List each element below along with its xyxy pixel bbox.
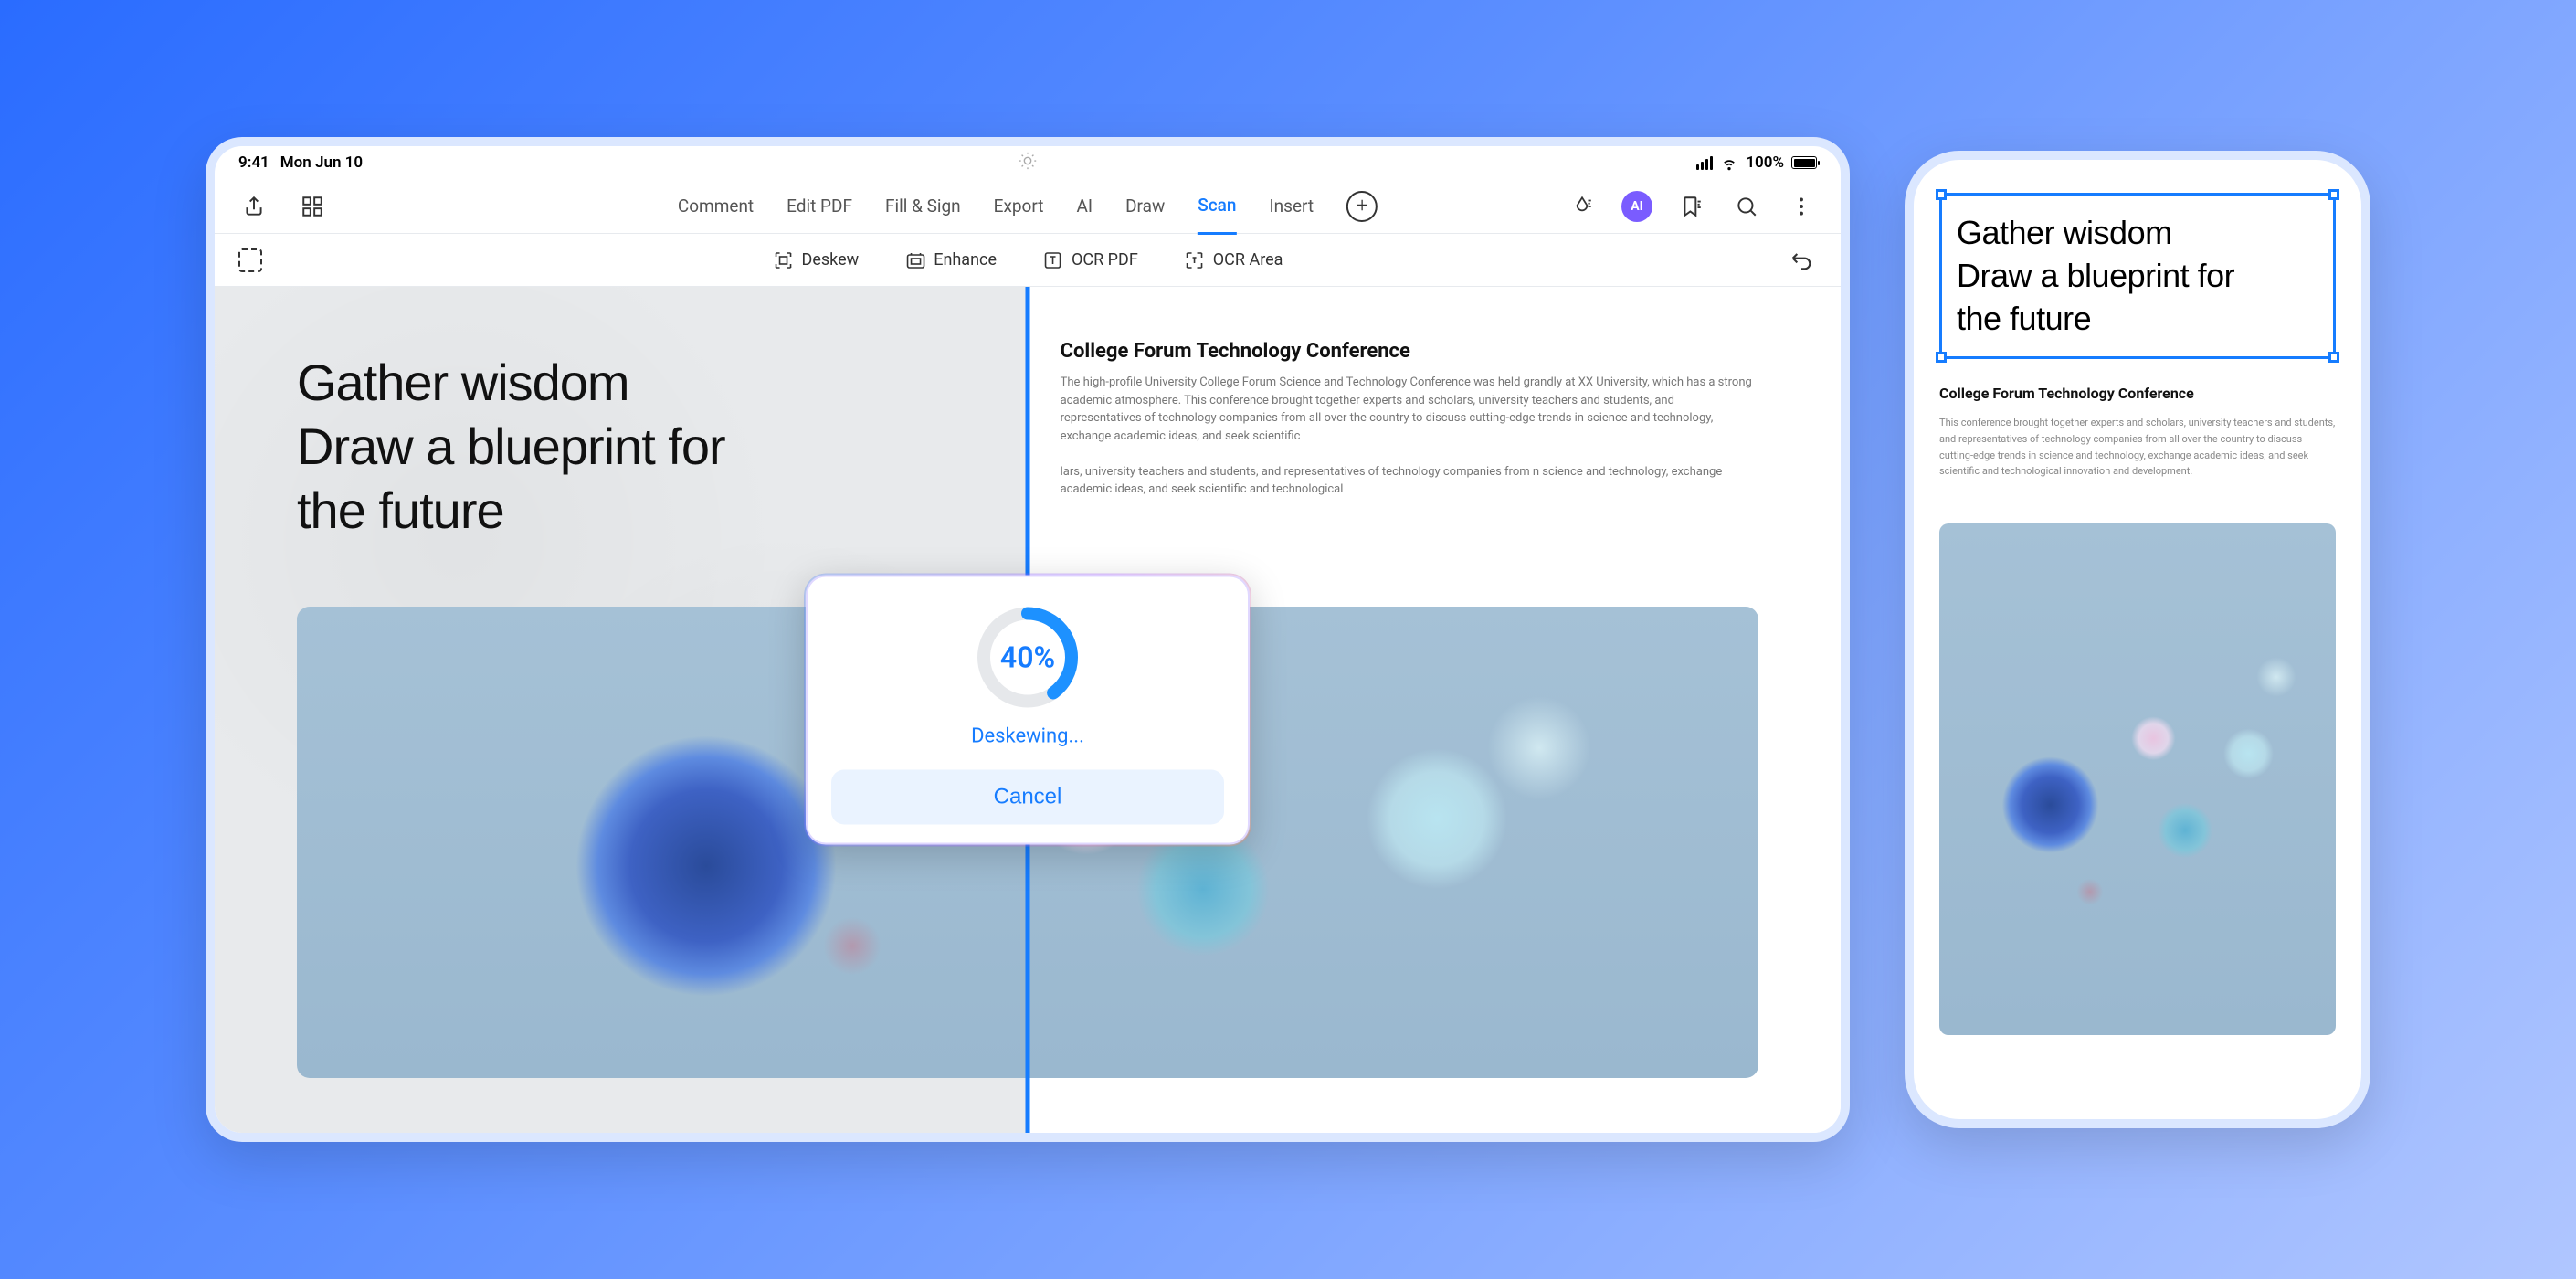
cancel-button[interactable]: Cancel: [831, 770, 1224, 825]
ai-badge[interactable]: AI: [1621, 191, 1652, 222]
ocr-area-label: OCR Area: [1213, 250, 1283, 270]
share-icon[interactable]: [238, 191, 269, 222]
more-icon[interactable]: [1786, 191, 1817, 222]
ocr-area-icon: [1184, 249, 1206, 271]
progress-status: Deskewing...: [971, 725, 1084, 748]
phone-subheading: College Forum Technology Conference: [1939, 385, 2336, 402]
enhance-button[interactable]: Enhance: [904, 249, 997, 271]
grid-icon[interactable]: [297, 191, 328, 222]
tablet-device: 9:41 Mon Jun 10 100% Comment Edit PDF F: [206, 137, 1850, 1142]
tab-edit-pdf[interactable]: Edit PDF: [787, 196, 852, 233]
doc-headline: Gather wisdom Draw a blueprint for the f…: [297, 351, 725, 543]
bookmark-icon[interactable]: [1676, 191, 1707, 222]
document-canvas[interactable]: Gather wisdom Draw a blueprint for the f…: [215, 287, 1841, 1133]
scan-toolbar: Deskew Enhance OCR PDF OCR Area: [215, 234, 1841, 287]
phone-headline: Gather wisdom Draw a blueprint for the f…: [1957, 212, 2318, 340]
ink-icon[interactable]: [1567, 191, 1598, 222]
status-bar: 9:41 Mon Jun 10 100%: [215, 146, 1841, 179]
selection-handle-bl[interactable]: [1936, 352, 1947, 363]
main-toolbar: Comment Edit PDF Fill & Sign Export AI D…: [215, 179, 1841, 234]
progress-dialog: 40% Deskewing... Cancel: [804, 574, 1251, 847]
phone-body-text: This conference brought together experts…: [1939, 415, 2336, 479]
selection-handle-br[interactable]: [2328, 352, 2339, 363]
tab-fill-sign[interactable]: Fill & Sign: [885, 196, 961, 233]
selection-handle-tr[interactable]: [2328, 189, 2339, 200]
tab-scan[interactable]: Scan: [1198, 195, 1236, 235]
phone-device: Gather wisdom Draw a blueprint for the f…: [1905, 151, 2370, 1128]
tab-export[interactable]: Export: [994, 196, 1044, 233]
tab-insert[interactable]: Insert: [1269, 196, 1314, 233]
progress-percent: 40%: [973, 603, 1082, 713]
phone-image: [1939, 523, 2336, 1035]
deskew-button[interactable]: Deskew: [773, 249, 860, 271]
tab-ai[interactable]: AI: [1077, 196, 1093, 233]
undo-icon[interactable]: [1786, 245, 1817, 276]
add-button[interactable]: +: [1346, 191, 1378, 222]
battery-percent: 100%: [1746, 153, 1784, 172]
text-selection-box[interactable]: Gather wisdom Draw a blueprint for the f…: [1939, 193, 2336, 359]
doc-subheading: College Forum Technology Conference: [1061, 340, 1410, 363]
selection-handle-tl[interactable]: [1936, 189, 1947, 200]
search-icon[interactable]: [1731, 191, 1762, 222]
enhance-label: Enhance: [934, 250, 997, 270]
tab-comment[interactable]: Comment: [678, 196, 754, 233]
ocr-area-button[interactable]: OCR Area: [1184, 249, 1283, 271]
deskew-label: Deskew: [802, 250, 860, 270]
ocr-pdf-label: OCR PDF: [1072, 250, 1138, 270]
status-time: 9:41: [238, 153, 269, 172]
selection-tool-icon[interactable]: [238, 248, 262, 272]
deskew-icon: [773, 249, 795, 271]
doc-body: The high-profile University College Foru…: [1061, 374, 1758, 499]
ocr-pdf-button[interactable]: OCR PDF: [1042, 249, 1138, 271]
battery-icon: [1791, 156, 1817, 169]
progress-ring: 40%: [973, 603, 1082, 713]
tab-draw[interactable]: Draw: [1125, 196, 1165, 233]
wifi-icon: [1720, 153, 1738, 172]
brightness-icon: [1018, 151, 1038, 175]
status-date: Mon Jun 10: [280, 153, 363, 172]
enhance-icon: [904, 249, 926, 271]
ocr-pdf-icon: [1042, 249, 1064, 271]
cellular-icon: [1696, 156, 1713, 170]
